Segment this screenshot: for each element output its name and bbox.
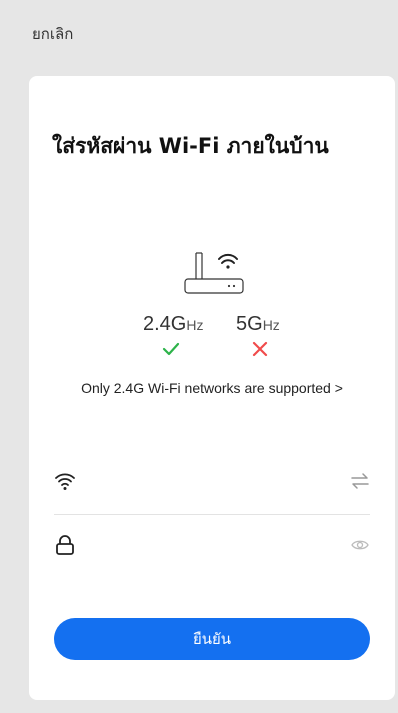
band-5ghz-value: 5G [236,313,263,335]
page-title: ใส่รหัสผ่าน Wi-Fi ภายในบ้าน [52,134,329,158]
eye-icon[interactable] [350,536,370,554]
band-2-4ghz-label: 2.4GHz [143,313,203,336]
band-5ghz-unit: Hz [262,317,280,333]
field-divider [54,514,370,515]
router-illustration [184,252,244,294]
password-row [54,526,370,566]
band-5ghz-label: 5GHz [236,313,280,336]
wifi-name-input[interactable] [88,466,324,496]
wifi-name-row [54,462,370,502]
wifi-icon [55,473,75,490]
band-2-4ghz-value: 2.4G [143,313,187,335]
wifi-setup-card: ใส่รหัสผ่าน Wi-Fi ภายในบ้าน 2.4GHz 5GHz … [29,76,395,700]
cancel-link[interactable]: ยกเลิก [32,22,73,46]
lock-icon [56,535,74,555]
cross-icon [252,341,268,357]
band-2-4ghz-unit: Hz [186,317,204,333]
password-input[interactable] [88,530,324,560]
check-icon [162,342,180,356]
supported-networks-link[interactable]: Only 2.4G Wi-Fi networks are supported > [29,380,395,396]
switch-arrows-icon[interactable] [350,472,370,490]
confirm-button[interactable]: ยืนยัน [54,618,370,660]
